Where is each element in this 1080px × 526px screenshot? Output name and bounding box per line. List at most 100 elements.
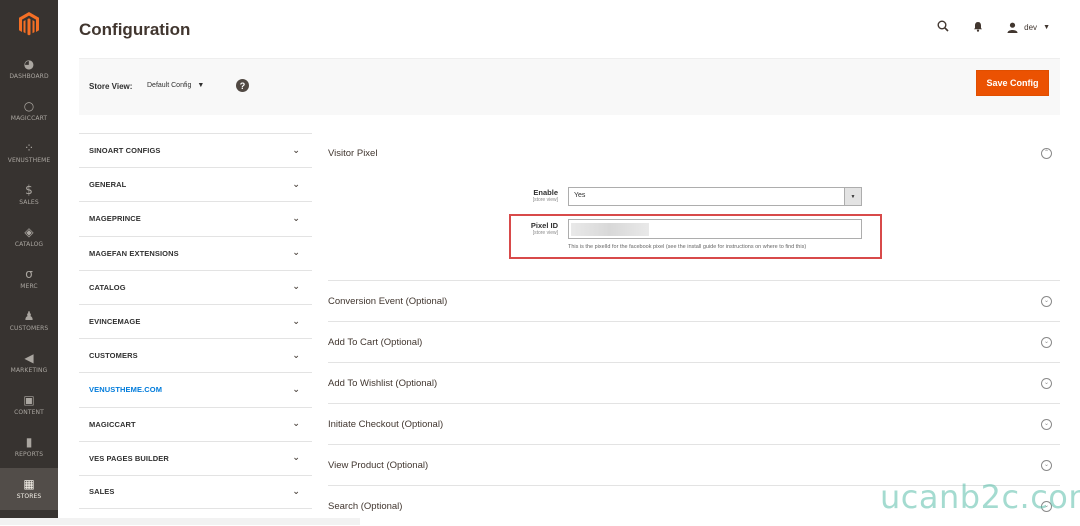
user-menu[interactable]: dev ▼ — [1007, 22, 1050, 33]
pixel-id-label-group: Pixel ID [store view] — [531, 221, 558, 236]
tab-sinoart-configs[interactable]: SINOART CONFIGS ⌄ — [79, 133, 312, 167]
visitor-pixel-fieldset: Enable [store view] Yes ▼ Pixel ID [stor… — [328, 173, 1060, 280]
pixel-id-input[interactable] — [568, 219, 862, 239]
tab-catalog[interactable]: CATALOG ⌄ — [79, 269, 312, 304]
nav-label: MARKETING — [10, 367, 48, 374]
chevron-down-icon: ⌄ — [292, 316, 300, 327]
nav-item-reports[interactable]: ▮ REPORTS — [0, 426, 58, 468]
section-header[interactable]: Add To Wishlist (Optional) ⌄ — [328, 363, 1060, 403]
notifications-bell-icon[interactable] — [973, 21, 983, 35]
redacted-value — [571, 223, 649, 236]
section-title: Conversion Event (Optional) — [328, 295, 448, 307]
user-icon — [1007, 22, 1018, 33]
pixel-id-label: Pixel ID — [530, 221, 558, 230]
nav-item-venustheme[interactable]: ⁘ VENUSTHEME — [0, 132, 58, 174]
nav-label: REPORTS — [14, 451, 44, 458]
nav-label: VENUSTHEME — [7, 157, 51, 164]
tab-ves-pages-builder[interactable]: VES PAGES BUILDER ⌄ — [79, 440, 312, 475]
bar-chart-icon: ▮ — [25, 435, 33, 449]
nav-label: MAGICCART — [10, 115, 48, 122]
enable-select[interactable]: Yes ▼ — [568, 187, 862, 206]
magento-logo-icon — [19, 12, 39, 36]
tab-customers[interactable]: CUSTOMERS ⌄ — [79, 338, 312, 372]
nav-item-customers[interactable]: ♟ CUSTOMERS — [0, 300, 58, 342]
nav-item-catalog[interactable]: ◈ CATALOG — [0, 216, 58, 258]
chevron-down-icon: ⌄ — [292, 453, 300, 464]
stores-icon: ▦ — [23, 477, 35, 491]
nav-label: CONTENT — [14, 409, 44, 416]
config-sections: Visitor Pixel ⌃ Enable [store view] Yes … — [328, 133, 1060, 526]
store-switcher-bar: Store View: Default Config ▼ ? Save Conf… — [79, 58, 1060, 115]
nav-item-marketing[interactable]: ◀ MARKETING — [0, 342, 58, 384]
nav-item-merc[interactable]: σ MERC — [0, 258, 58, 300]
page-title: Configuration — [79, 20, 191, 39]
tab-general[interactable]: GENERAL ⌄ — [79, 167, 312, 201]
chevron-down-icon: ▼ — [844, 188, 861, 205]
tab-venustheme[interactable]: VENUSTHEME.COM ⌄ — [79, 372, 312, 406]
section-conversion-event: Conversion Event (Optional) ⌄ — [328, 280, 1060, 321]
chevron-down-icon: ⌄ — [292, 145, 300, 156]
expand-icon[interactable]: ⌄ — [1041, 336, 1052, 348]
chevron-down-icon: ⌄ — [292, 486, 300, 497]
magento-logo[interactable] — [0, 0, 58, 48]
admin-sidebar: ◕ DASHBOARD ○ MAGICCART ⁘ VENUSTHEME $ SALES… — [0, 0, 58, 525]
expand-icon[interactable]: ⌄ — [1041, 295, 1052, 307]
nav-item-dashboard[interactable]: ◕ DASHBOARD — [0, 48, 58, 90]
section-title: Add To Cart (Optional) — [328, 336, 423, 348]
expand-icon[interactable]: ⌄ — [1041, 459, 1052, 471]
enable-label-group: Enable [store view] — [533, 188, 558, 203]
nav-label: CUSTOMERS — [9, 325, 49, 332]
nav-item-sales[interactable]: $ SALES — [0, 174, 58, 216]
catalog-icon: ◈ — [24, 225, 34, 239]
tab-label: VES PAGES BUILDER — [89, 453, 169, 463]
nav-label: STORES — [16, 493, 42, 500]
tab-mageprince[interactable]: MAGEPRINCE ⌄ — [79, 201, 312, 235]
chevron-down-icon: ⌄ — [292, 419, 300, 430]
search-icon[interactable] — [937, 20, 949, 35]
tab-label: SALES — [89, 487, 115, 497]
nav-label: CATALOG — [14, 241, 44, 248]
chevron-down-icon: ▼ — [1043, 24, 1050, 31]
tab-label: CUSTOMERS — [89, 351, 138, 361]
collapse-icon[interactable]: ⌃ — [1041, 147, 1052, 159]
pixel-id-scope: [store view] — [532, 230, 558, 236]
nav-label: SALES — [19, 199, 39, 206]
dashboard-icon: ◕ — [23, 57, 35, 71]
tab-sales[interactable]: SALES ⌄ — [79, 474, 312, 510]
enable-row: Enable [store view] Yes ▼ — [328, 187, 1060, 209]
magiccart-icon: ○ — [23, 99, 35, 113]
venustheme-icon: ⁘ — [23, 141, 35, 155]
chevron-down-icon: ⌄ — [292, 350, 300, 361]
dollar-icon: $ — [25, 183, 33, 197]
chevron-down-icon: ⌄ — [292, 213, 300, 224]
section-header[interactable]: Initiate Checkout (Optional) ⌄ — [328, 404, 1060, 444]
expand-icon[interactable]: ⌄ — [1041, 377, 1052, 389]
section-add-to-cart: Add To Cart (Optional) ⌄ — [328, 321, 1060, 362]
nav-label: DASHBOARD — [9, 73, 49, 80]
megaphone-icon: ◀ — [24, 351, 34, 365]
tab-label: GENERAL — [89, 180, 127, 190]
store-view-dropdown[interactable]: Default Config ▼ — [147, 82, 204, 89]
config-tabs: SINOART CONFIGS ⌄ GENERAL ⌄ MAGEPRINCE ⌄ MA… — [79, 133, 312, 510]
chevron-down-icon: ⌄ — [292, 248, 300, 259]
nav-item-magiccart[interactable]: ○ MAGICCART — [0, 90, 58, 132]
tab-evincemage[interactable]: EVINCEMAGE ⌄ — [79, 303, 312, 338]
save-config-button[interactable]: Save Config — [976, 70, 1049, 96]
section-add-to-wishlist: Add To Wishlist (Optional) ⌄ — [328, 362, 1060, 403]
section-visitor-pixel-header[interactable]: Visitor Pixel ⌃ — [328, 133, 1060, 173]
store-view-value: Default Config — [147, 82, 192, 89]
help-icon[interactable]: ? — [236, 79, 249, 92]
nav-item-content[interactable]: ▣ CONTENT — [0, 384, 58, 426]
tab-magiccart[interactable]: MAGICCART ⌄ — [79, 406, 312, 441]
chevron-down-icon: ⌄ — [292, 384, 300, 395]
chevron-down-icon: ▼ — [197, 82, 205, 89]
nav-label: MERC — [20, 283, 38, 290]
tab-magefan-extensions[interactable]: MAGEFAN EXTENSIONS ⌄ — [79, 235, 312, 270]
expand-icon[interactable]: ⌄ — [1041, 418, 1052, 430]
chevron-down-icon: ⌄ — [292, 179, 300, 190]
section-header[interactable]: Add To Cart (Optional) ⌄ — [328, 322, 1060, 362]
section-header[interactable]: Conversion Event (Optional) ⌄ — [328, 281, 1060, 321]
nav-item-stores[interactable]: ▦ STORES — [0, 468, 58, 510]
tab-label: SINOART CONFIGS — [89, 146, 161, 156]
section-title: Add To Wishlist (Optional) — [328, 377, 438, 389]
